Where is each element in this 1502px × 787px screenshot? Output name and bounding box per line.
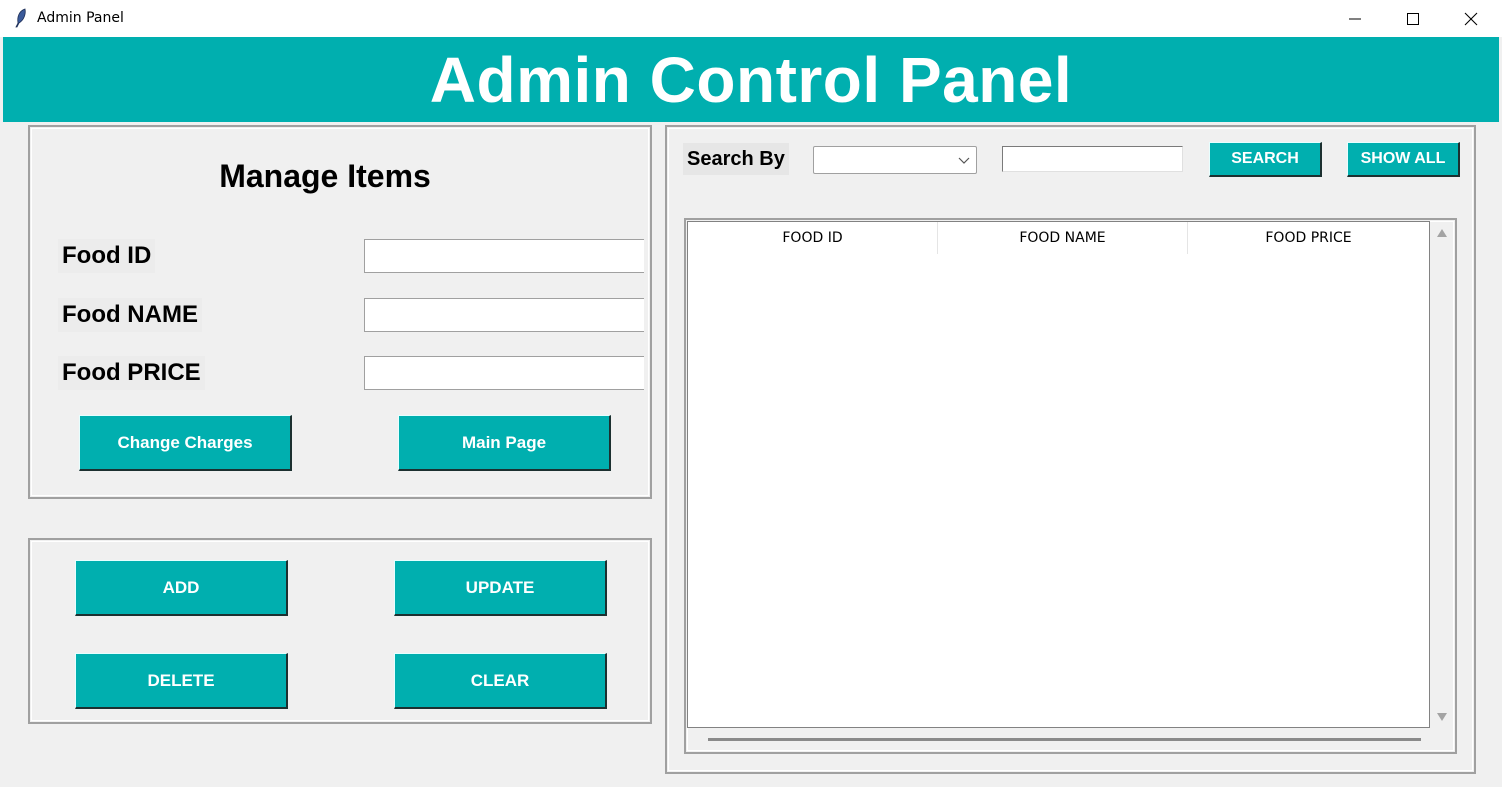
- search-button[interactable]: SEARCH: [1209, 142, 1322, 177]
- column-food-name[interactable]: FOOD NAME: [938, 222, 1188, 254]
- scroll-up-icon: [1437, 229, 1447, 237]
- page-title: Admin Control Panel: [429, 43, 1073, 116]
- food-name-label: Food NAME: [58, 298, 202, 332]
- maximize-button[interactable]: [1384, 0, 1442, 37]
- horizontal-scrollbar[interactable]: [688, 729, 1430, 749]
- food-id-label: Food ID: [58, 239, 156, 273]
- maximize-icon: [1407, 12, 1419, 25]
- food-id-input[interactable]: [364, 239, 644, 273]
- window-titlebar: Admin Panel: [0, 0, 1502, 37]
- food-name-input[interactable]: [364, 298, 644, 332]
- window-title: Admin Panel: [37, 10, 124, 26]
- header-banner: Admin Control Panel: [3, 37, 1499, 122]
- horizontal-scroll-thumb[interactable]: [708, 738, 1421, 741]
- column-food-price[interactable]: FOOD PRICE: [1188, 222, 1429, 254]
- search-by-label: Search By: [683, 143, 789, 175]
- update-button[interactable]: UPDATE: [394, 560, 607, 616]
- search-input[interactable]: [1002, 146, 1183, 172]
- food-table[interactable]: FOOD ID FOOD NAME FOOD PRICE: [687, 221, 1430, 728]
- clear-button[interactable]: CLEAR: [394, 653, 607, 709]
- manage-items-title: Manage Items: [219, 158, 431, 194]
- column-food-id[interactable]: FOOD ID: [688, 222, 938, 254]
- add-button[interactable]: ADD: [75, 560, 288, 616]
- search-by-select[interactable]: [813, 146, 977, 174]
- minimize-button[interactable]: [1326, 0, 1384, 37]
- table-header: FOOD ID FOOD NAME FOOD PRICE: [688, 222, 1429, 254]
- chevron-down-icon: [958, 157, 970, 164]
- vertical-scrollbar[interactable]: [1430, 222, 1453, 730]
- minimize-icon: [1349, 18, 1361, 19]
- change-charges-button[interactable]: Change Charges: [79, 415, 292, 471]
- close-icon: [1464, 12, 1478, 25]
- food-price-label: Food PRICE: [58, 356, 205, 390]
- show-all-button[interactable]: SHOW ALL: [1347, 142, 1460, 177]
- main-page-button[interactable]: Main Page: [398, 415, 611, 471]
- delete-button[interactable]: DELETE: [75, 653, 288, 709]
- scroll-down-icon: [1437, 713, 1447, 721]
- feather-icon: [15, 8, 26, 28]
- food-price-input[interactable]: [364, 356, 644, 390]
- close-button[interactable]: [1442, 0, 1500, 37]
